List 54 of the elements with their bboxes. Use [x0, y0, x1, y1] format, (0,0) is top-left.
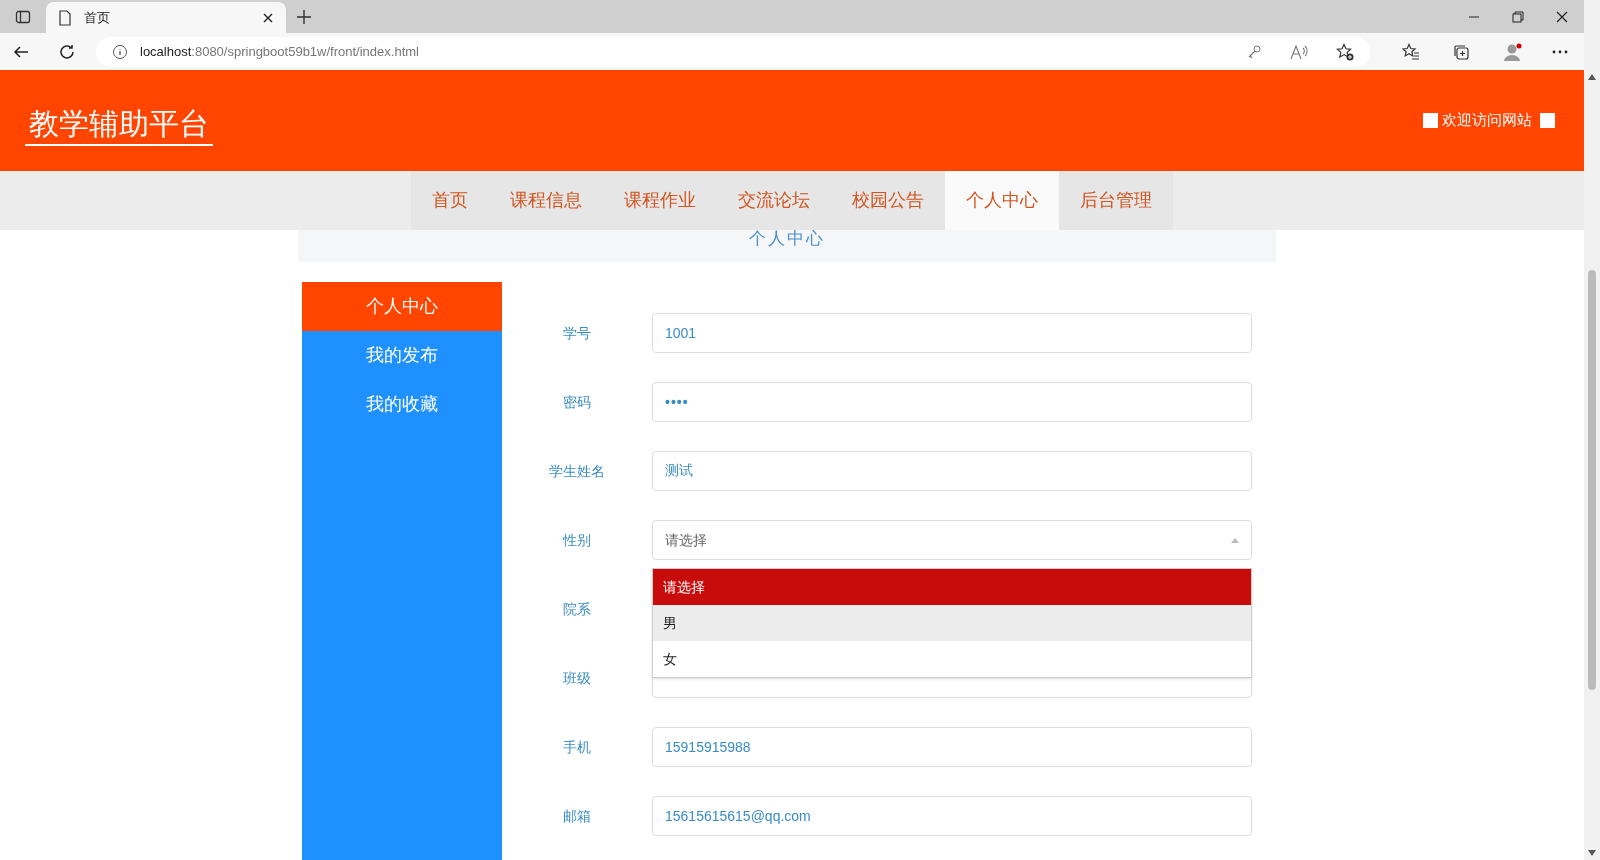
- field-label: 邮箱: [562, 806, 592, 826]
- field-label: 班级: [562, 668, 592, 688]
- nav-link[interactable]: 课程作业: [603, 171, 717, 230]
- field-label: 密码: [562, 392, 592, 412]
- dropdown-option[interactable]: 请选择: [653, 569, 1251, 605]
- more-icon[interactable]: [1552, 49, 1568, 54]
- nav-link[interactable]: 课程信息: [489, 171, 603, 230]
- dropdown-option[interactable]: 女: [653, 641, 1251, 677]
- collections-icon[interactable]: [1452, 42, 1470, 61]
- close-window-icon[interactable]: [1556, 10, 1568, 23]
- field-label: 院系: [562, 599, 592, 619]
- welcome-text: 欢迎访问网站: [1442, 110, 1532, 131]
- nav-link[interactable]: 校园公告: [831, 171, 945, 230]
- restore-icon[interactable]: [1512, 10, 1524, 23]
- scroll-down-icon[interactable]: [1588, 850, 1596, 856]
- field-label: 手机: [562, 737, 592, 757]
- field-label: 学号: [562, 323, 592, 343]
- nav-link[interactable]: 个人中心: [945, 171, 1059, 230]
- scroll-thumb[interactable]: [1588, 270, 1596, 690]
- field-label: 学生姓名: [548, 461, 606, 481]
- profile-icon[interactable]: [1502, 41, 1524, 62]
- nav-link[interactable]: 交流论坛: [717, 171, 831, 230]
- field-label: 性别: [561, 530, 592, 550]
- square-icon: [1540, 113, 1555, 128]
- tab-actions-icon[interactable]: [15, 8, 31, 25]
- reload-icon[interactable]: [58, 42, 76, 61]
- read-aloud-icon[interactable]: [1290, 43, 1308, 60]
- caret-up-icon: [1231, 537, 1239, 543]
- tab-title: 首页: [84, 8, 111, 27]
- site-title: 教学辅助平台: [25, 103, 213, 146]
- page-title: 个人中心: [749, 230, 825, 248]
- browser-tab[interactable]: 首页: [46, 2, 286, 33]
- input-field[interactable]: 测试: [652, 451, 1252, 491]
- address-bar[interactable]: localhost:8080/springboot59b1w/front/index.html: [96, 36, 1370, 67]
- input-field[interactable]: 15915915988: [652, 727, 1252, 767]
- key-icon[interactable]: [1246, 43, 1262, 60]
- input-field[interactable]: 15615615615@qq.com: [652, 796, 1252, 836]
- close-icon[interactable]: [262, 11, 274, 24]
- nav-link[interactable]: 首页: [411, 171, 489, 230]
- url-text: localhost:8080/springboot59b1w/front/index.html: [140, 42, 419, 61]
- nav-link[interactable]: 后台管理: [1059, 171, 1173, 230]
- sidebar-item[interactable]: 个人中心: [302, 282, 502, 331]
- input-field[interactable]: ••••: [652, 382, 1252, 422]
- page-icon: [58, 9, 72, 26]
- new-tab-icon[interactable]: [296, 8, 312, 25]
- favorites-icon[interactable]: [1402, 42, 1420, 61]
- info-icon[interactable]: [112, 43, 128, 60]
- input-field[interactable]: 1001: [652, 313, 1252, 353]
- dropdown-option[interactable]: 男: [653, 605, 1251, 641]
- scrollbar[interactable]: [1584, 0, 1600, 860]
- scroll-up-icon[interactable]: [1588, 74, 1596, 80]
- add-favorite-icon[interactable]: [1336, 42, 1354, 61]
- square-icon: [1423, 113, 1438, 128]
- select-field[interactable]: 请选择: [652, 520, 1252, 560]
